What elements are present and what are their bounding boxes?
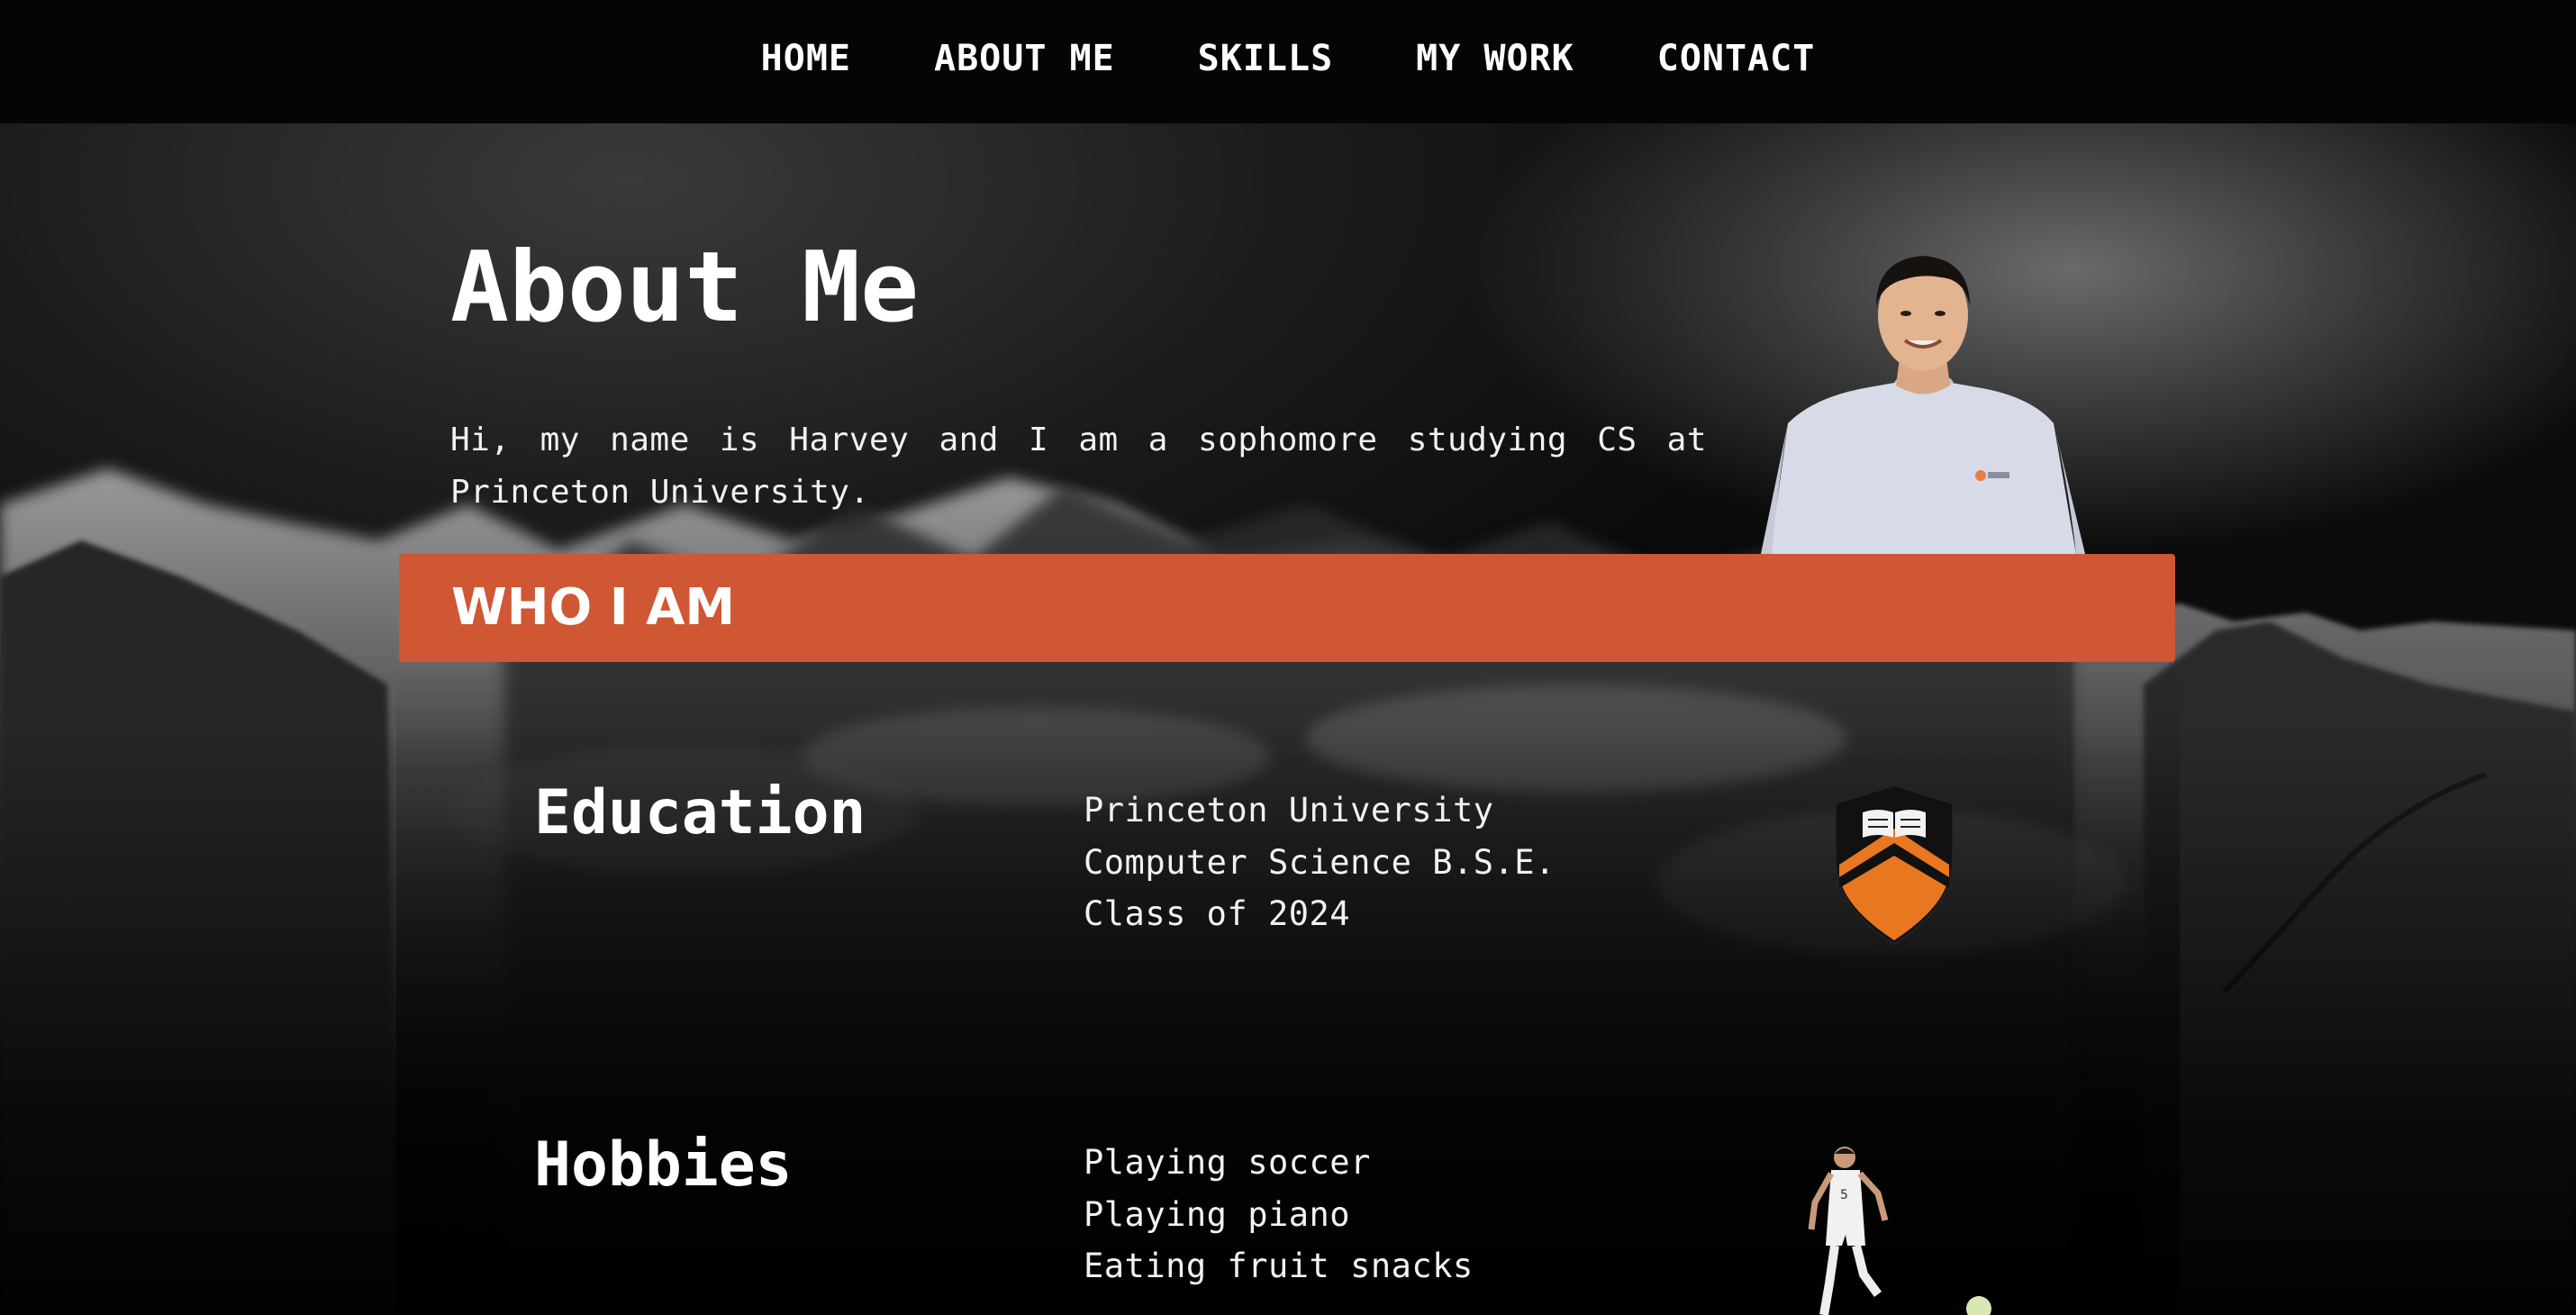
hobbies-details: Playing soccer Playing piano Eating frui… xyxy=(1084,1137,1474,1292)
education-line: Computer Science B.S.E. xyxy=(1084,842,1556,882)
nav-item-home: HOME xyxy=(761,38,851,79)
education-line: Class of 2024 xyxy=(1084,894,1351,933)
hobbies-heading: Hobbies xyxy=(534,1129,793,1201)
svg-text:5: 5 xyxy=(1840,1188,1848,1202)
nav-link-skills[interactable]: SKILLS xyxy=(1198,38,1334,79)
nav-item-skills: SKILLS xyxy=(1198,38,1334,79)
intro-text: Hi, my name is Harvey and I am a sophomo… xyxy=(450,422,1707,511)
education-line: Princeton University xyxy=(1084,791,1494,830)
person-portrait-icon xyxy=(1761,256,2085,554)
education-details: Princeton University Computer Science B.… xyxy=(1084,784,1556,940)
nav-link-my-work[interactable]: MY WORK xyxy=(1416,38,1574,79)
princeton-shield-icon xyxy=(1835,784,1954,946)
nav-link-home[interactable]: HOME xyxy=(761,38,851,79)
who-i-am-banner: WHO I AM xyxy=(399,554,2175,662)
hobby-line: Playing soccer xyxy=(1084,1143,1371,1182)
soccer-player-icon: 5 xyxy=(1808,1147,1991,1315)
education-heading: Education xyxy=(534,777,866,848)
nav-item-about-me: ABOUT ME xyxy=(934,38,1115,79)
about-me-section: About Me Hi, my name is Harvey and I am … xyxy=(0,0,2576,1315)
nav-link-contact[interactable]: CONTACT xyxy=(1657,38,1816,79)
hobby-line: Eating fruit snacks xyxy=(1084,1247,1474,1285)
profile-photo xyxy=(1761,243,2085,554)
nav-list: HOME ABOUT ME SKILLS MY WORK CONTACT xyxy=(0,0,2576,117)
top-navigation-bar: HOME ABOUT ME SKILLS MY WORK CONTACT xyxy=(0,0,2576,123)
page-title: About Me xyxy=(450,231,920,344)
nav-item-contact: CONTACT xyxy=(1657,38,1816,79)
banner-title: WHO I AM xyxy=(451,578,736,637)
nav-link-about-me[interactable]: ABOUT ME xyxy=(934,38,1115,79)
hobby-line: Playing piano xyxy=(1084,1194,1351,1234)
nav-item-my-work: MY WORK xyxy=(1416,38,1574,79)
